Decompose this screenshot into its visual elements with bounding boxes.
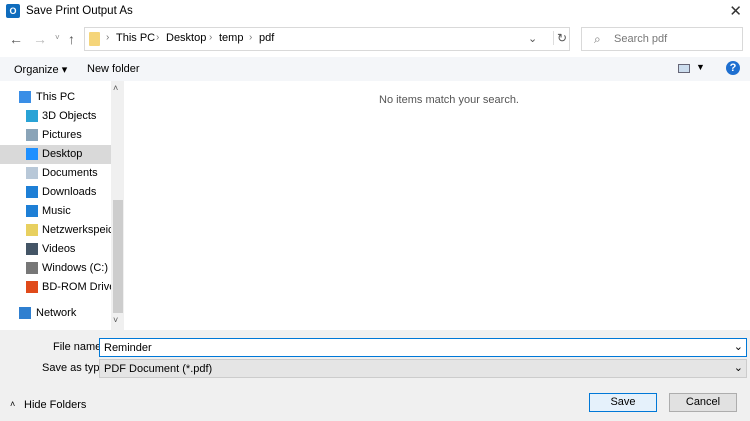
recent-dropdown[interactable]: ˅ [55,33,60,42]
breadcrumb-separator: › [106,32,110,43]
videos-icon [26,243,38,255]
sidebar-item-label: Windows (C:) [42,262,109,274]
address-bar[interactable]: › This PC › Desktop › temp › pdf ⌄ ↻ [84,27,570,51]
organize-button[interactable]: Organize ▾ [14,63,67,76]
close-button[interactable]: ✕ [729,2,742,20]
network-icon [19,307,31,319]
back-button[interactable]: ← [9,31,23,47]
sidebar-item-windows-c[interactable]: Windows (C:) [0,259,111,278]
sidebar-item-documents[interactable]: Documents [0,164,111,183]
sidebar-item-bd-rom-drive-i[interactable]: BD-ROM Drive (I [0,278,111,297]
sidebar-item-netzwerkspeicher[interactable]: Netzwerkspeicher [0,221,111,240]
file-name-label: File name: [53,341,105,353]
search-input[interactable]: ⌕ Search pdf [581,27,743,51]
sidebar-item-downloads[interactable]: Downloads [0,183,111,202]
empty-message: No items match your search. [379,94,519,106]
chevron-down-icon[interactable]: ⌄ [734,361,743,374]
breadcrumb-separator: › [249,32,253,43]
breadcrumb-temp[interactable]: temp [219,32,243,44]
music-icon [26,205,38,217]
scroll-up-icon[interactable]: ˄ [113,83,118,93]
breadcrumb-separator: › [156,32,160,43]
sidebar-item-videos[interactable]: Videos [0,240,111,259]
chevron-down-icon[interactable]: ⌄ [528,32,537,45]
sidebar-item-label: Documents [42,167,98,179]
file-name-value: Reminder [104,342,152,354]
sidebar-item-label: Music [42,205,71,217]
desktop-icon [26,148,38,160]
save-as-type-select[interactable]: PDF Document (*.pdf) ⌄ [99,359,747,378]
computer-icon [19,91,31,103]
hide-folders-button[interactable]: Hide Folders [24,399,86,411]
sidebar-item-this-pc[interactable]: This PC [0,88,111,107]
pictures-icon [26,129,38,141]
sidebar-item-network[interactable]: Network [0,304,111,323]
scrollbar-thumb[interactable] [113,200,123,313]
sidebar-item-label: Netzwerkspeicher [42,224,111,236]
file-name-input[interactable]: Reminder ⌄ [99,338,747,357]
save-as-type-value: PDF Document (*.pdf) [104,363,213,375]
forward-button[interactable]: → [33,31,47,47]
sidebar-item-label: Videos [42,243,76,255]
sidebar-item-label: Desktop [42,148,83,160]
refresh-icon[interactable]: ↻ [553,31,567,45]
outlook-icon: O [6,4,20,18]
search-icon: ⌕ [594,32,601,46]
network-drive-icon [26,224,38,236]
scroll-down-icon[interactable]: ˅ [113,315,118,325]
window-title: Save Print Output As [26,5,133,17]
search-placeholder: Search pdf [614,33,668,45]
sidebar-item-label: BD-ROM Drive (I [42,281,111,293]
chevron-up-icon[interactable]: ˄ [10,399,15,409]
download-icon [26,186,38,198]
cancel-button[interactable]: Cancel [669,393,737,412]
view-icon[interactable] [678,64,690,73]
breadcrumb-pdf[interactable]: pdf [259,32,274,44]
sidebar-item-label: 3D Objects [42,110,97,122]
sidebar-item-label: This PC [36,91,76,103]
view-dropdown[interactable]: ▼ [696,62,705,72]
title-bar: O Save Print Output As ✕ [0,0,750,24]
navigation-pane: This PC 3D Objects Pictures Desktop Document… [0,81,124,330]
document-icon [26,167,38,179]
cube-icon [26,110,38,122]
chevron-down-icon[interactable]: ⌄ [734,340,743,353]
sidebar-item-label: Downloads [42,186,97,198]
up-button[interactable]: ↑ [68,31,75,47]
drive-icon [26,262,38,274]
sidebar-item-desktop[interactable]: Desktop [0,145,111,164]
sidebar-item-music[interactable]: Music [0,202,111,221]
office-icon [26,281,38,293]
sidebar-item-pictures[interactable]: Pictures [0,126,111,145]
save-button[interactable]: Save [589,393,657,412]
sidebar-item-3d-objects[interactable]: 3D Objects [0,107,111,126]
new-folder-button[interactable]: New folder [87,63,140,75]
sidebar-item-label: Pictures [42,129,82,141]
toolbar: Organize ▾ New folder ▼ ? [0,57,750,81]
breadcrumb-this-pc[interactable]: This PC [116,32,155,44]
breadcrumb-desktop[interactable]: Desktop [166,32,206,44]
sidebar-item-label: Network [36,307,77,319]
folder-icon [89,32,100,46]
breadcrumb-separator: › [209,32,213,43]
help-icon[interactable]: ? [726,61,740,75]
